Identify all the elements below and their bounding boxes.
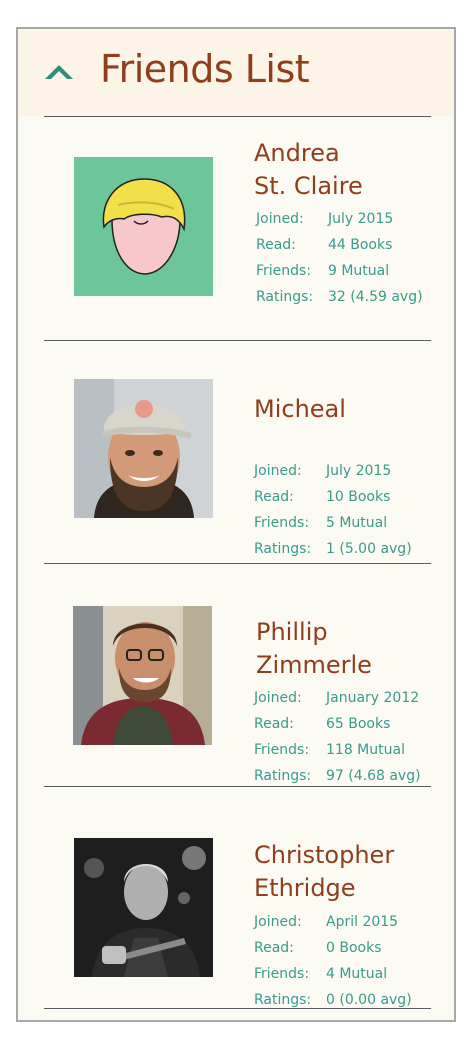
friend-stats: Joined: April 2015 Read: 0 Books Friends: 4… (254, 909, 412, 1013)
read-label: Read: (254, 716, 294, 732)
friends-label: Friends: (256, 263, 312, 279)
read-value: 10 Books (326, 489, 391, 505)
ratings-value: 1 (5.00 avg) (326, 541, 412, 557)
friends-value: 4 Mutual (326, 966, 388, 982)
avatar[interactable] (74, 157, 213, 296)
friend-name[interactable]: Micheal (254, 393, 346, 426)
joined-label: Joined: (254, 690, 302, 706)
friends-value: 5 Mutual (326, 515, 388, 531)
read-label: Read: (254, 940, 294, 956)
avatar[interactable] (73, 606, 212, 745)
friend-stats: Joined: July 2015 Read: 10 Books Friends: 5… (254, 458, 412, 562)
divider (44, 563, 431, 564)
panel-header: Friends List (18, 29, 454, 116)
panel-title: Friends List (100, 47, 310, 91)
friends-list-panel: Friends List Andrea St. Claire Joined: Ju… (16, 27, 456, 1022)
friends-label: Friends: (254, 742, 310, 758)
joined-value: April 2015 (326, 914, 399, 930)
divider (44, 116, 431, 117)
friend-stats: Joined: July 2015 Read: 44 Books Friends: 9… (256, 206, 423, 310)
ratings-value: 32 (4.59 avg) (328, 289, 423, 305)
avatar[interactable] (74, 838, 213, 977)
friends-value: 9 Mutual (328, 263, 390, 279)
friends-label: Friends: (254, 966, 310, 982)
ratings-label: Ratings: (256, 289, 314, 305)
divider (44, 1008, 431, 1009)
friend-name[interactable]: Christopher Ethridge (254, 839, 394, 905)
joined-label: Joined: (256, 211, 304, 227)
divider (44, 786, 431, 787)
friend-name[interactable]: Phillip Zimmerle (256, 616, 372, 682)
avatar[interactable] (74, 379, 213, 518)
divider (44, 340, 431, 341)
read-value: 44 Books (328, 237, 393, 253)
chevron-up-icon[interactable] (43, 59, 79, 83)
read-label: Read: (256, 237, 296, 253)
friend-name[interactable]: Andrea St. Claire (254, 137, 363, 203)
friends-value: 118 Mutual (326, 742, 405, 758)
friends-label: Friends: (254, 515, 310, 531)
ratings-label: Ratings: (254, 992, 312, 1008)
ratings-value: 0 (0.00 avg) (326, 992, 412, 1008)
read-value: 65 Books (326, 716, 391, 732)
joined-label: Joined: (254, 914, 302, 930)
read-value: 0 Books (326, 940, 382, 956)
joined-value: July 2015 (328, 211, 394, 227)
joined-label: Joined: (254, 463, 302, 479)
read-label: Read: (254, 489, 294, 505)
joined-value: January 2012 (326, 690, 420, 706)
friend-stats: Joined: January 2012 Read: 65 Books Friend… (254, 685, 421, 789)
ratings-label: Ratings: (254, 541, 312, 557)
joined-value: July 2015 (326, 463, 392, 479)
